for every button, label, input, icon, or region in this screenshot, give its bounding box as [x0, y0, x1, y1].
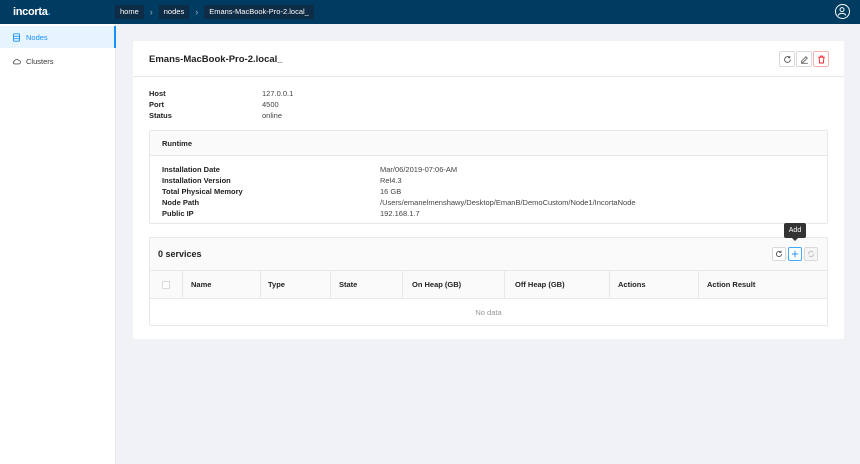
services-count: 0 services	[158, 249, 202, 259]
refresh-icon	[783, 55, 791, 63]
services-table-header: Name Type State On Heap (GB) Off Heap (G…	[150, 271, 827, 299]
runtime-panel: Runtime Installation Date Mar/06/2019-07…	[149, 130, 828, 224]
sync-icon	[807, 250, 815, 258]
breadcrumb: home › nodes › Emans-MacBook-Pro-2.local…	[115, 5, 314, 19]
public-ip-label: Public IP	[162, 209, 194, 218]
total-memory-label: Total Physical Memory	[162, 187, 243, 196]
breadcrumb-home[interactable]: home	[115, 5, 144, 19]
column-divider	[504, 271, 505, 299]
column-divider	[698, 271, 699, 299]
breadcrumb-current-node[interactable]: Emans-MacBook-Pro-2.local_	[204, 5, 314, 19]
node-detail-card: Emans-MacBook-Pro-2.local_ Host 127.0.0.…	[133, 41, 844, 339]
column-action-result[interactable]: Action Result	[707, 271, 755, 299]
runtime-title: Runtime	[162, 139, 192, 148]
plus-icon	[791, 250, 799, 258]
column-divider	[402, 271, 403, 299]
sidebar-item-label: Clusters	[26, 56, 54, 66]
user-avatar-icon[interactable]	[835, 4, 850, 19]
select-all-checkbox[interactable]	[162, 281, 170, 289]
status-value: online	[262, 111, 283, 120]
runtime-header: Runtime	[150, 131, 827, 156]
node-toolbar	[779, 51, 829, 67]
services-panel: 0 services Name Type State On Heap (GB) …	[149, 237, 828, 326]
sidebar: Nodes Clusters	[0, 24, 116, 464]
column-on-heap[interactable]: On Heap (GB)	[412, 271, 461, 299]
installation-version-label: Installation Version	[162, 176, 231, 185]
incorta-logo[interactable]: incorta.	[13, 6, 51, 18]
sync-services-button[interactable]	[804, 247, 818, 261]
refresh-node-button[interactable]	[779, 51, 795, 67]
host-label: Host	[149, 89, 166, 98]
add-service-button[interactable]	[788, 247, 802, 261]
refresh-icon	[776, 250, 783, 258]
port-label: Port	[149, 100, 164, 109]
column-name[interactable]: Name	[191, 271, 211, 299]
nodes-icon	[12, 32, 21, 42]
divider	[133, 76, 844, 77]
top-bar: incorta. home › nodes › Emans-MacBook-Pr…	[0, 0, 860, 24]
edit-icon	[800, 55, 808, 64]
column-type[interactable]: Type	[268, 271, 285, 299]
sidebar-item-clusters[interactable]: Clusters	[0, 50, 116, 72]
column-divider	[609, 271, 610, 299]
column-divider	[330, 271, 331, 299]
edit-node-button[interactable]	[796, 51, 812, 67]
breadcrumb-nodes[interactable]: nodes	[158, 5, 190, 19]
host-value: 127.0.0.1	[262, 89, 294, 98]
port-value: 4500	[262, 100, 279, 109]
sidebar-item-label: Nodes	[26, 32, 48, 42]
column-divider	[260, 271, 261, 299]
node-title: Emans-MacBook-Pro-2.local_	[149, 54, 283, 65]
column-actions[interactable]: Actions	[618, 271, 646, 299]
chevron-right-icon: ›	[149, 7, 153, 17]
status-label: Status	[149, 111, 172, 120]
node-path-label: Node Path	[162, 198, 200, 207]
sidebar-item-nodes[interactable]: Nodes	[0, 26, 116, 48]
empty-state: No data	[475, 308, 502, 317]
installation-version-value: Rel4.3	[380, 176, 402, 185]
services-header: 0 services	[150, 238, 827, 271]
installation-date-label: Installation Date	[162, 165, 220, 174]
services-toolbar	[772, 247, 818, 261]
node-path-value: /Users/emanelmenshawy/Desktop/EmanB/Demo…	[380, 198, 636, 207]
column-state[interactable]: State	[339, 271, 357, 299]
trash-icon	[817, 55, 825, 63]
public-ip-value: 192.168.1.7	[380, 209, 420, 218]
installation-date-value: Mar/06/2019-07:06-AM	[380, 165, 458, 174]
total-memory-value: 16 GB	[380, 187, 402, 196]
chevron-right-icon: ›	[195, 7, 199, 17]
cloud-icon	[12, 57, 21, 66]
refresh-services-button[interactable]	[772, 247, 786, 261]
delete-node-button[interactable]	[813, 51, 829, 67]
column-divider	[182, 271, 183, 299]
column-off-heap[interactable]: Off Heap (GB)	[515, 271, 565, 299]
add-tooltip: Add	[784, 223, 806, 241]
